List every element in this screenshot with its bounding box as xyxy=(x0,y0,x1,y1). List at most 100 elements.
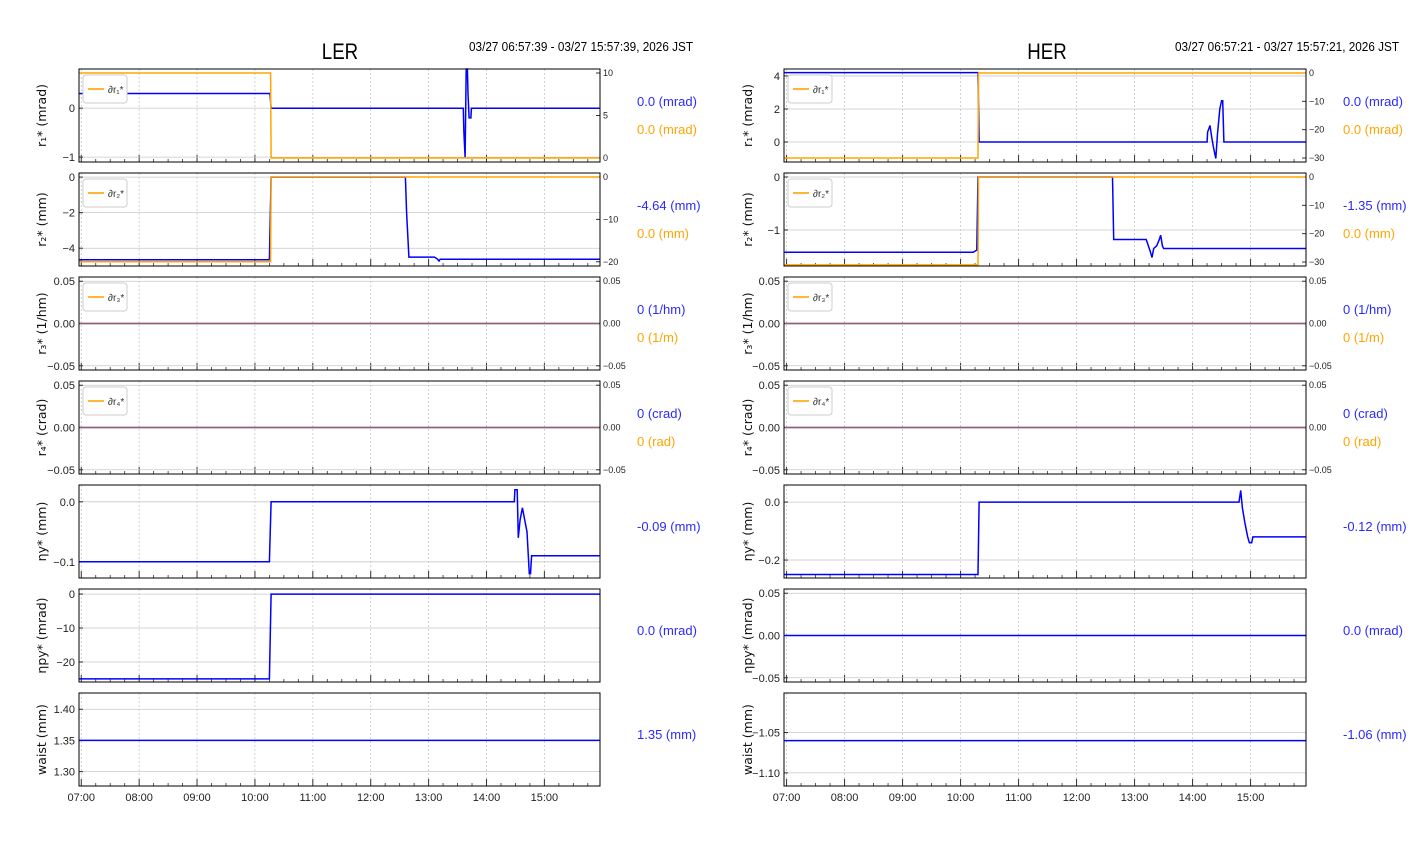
y-tick-label: 0 xyxy=(69,172,75,184)
chart-title: HER xyxy=(1027,41,1066,65)
y-tick-label: 0.00 xyxy=(54,423,75,435)
y2-tick-label: 0.00 xyxy=(1309,423,1327,433)
legend-label: ∂r₁* xyxy=(108,85,124,96)
x-tick-label: 11:00 xyxy=(299,792,326,804)
y-tick-label: −0.05 xyxy=(47,465,75,477)
y2-tick-label: −10 xyxy=(1309,96,1324,106)
y2-tick-label: 0 xyxy=(603,172,608,182)
y-tick-label: 0 xyxy=(69,589,75,601)
y-tick-label: 2 xyxy=(774,104,780,116)
chart-ler: LER 03/27 06:57:39 - 03/27 15:57:39, 2026… xyxy=(34,39,701,804)
y-tick-label: −0.05 xyxy=(47,361,75,373)
y-tick-label: −0.2 xyxy=(758,555,780,567)
current-value-label: -0.12 (mm) xyxy=(1343,519,1407,534)
legend-label: ∂r₄* xyxy=(813,397,829,408)
panel-4: 0.05 0.00 −0.05 0.05 0.00 −0.05 ∂r₄* r₄* (crad)… xyxy=(740,380,1388,477)
y-tick-label: −0.05 xyxy=(752,465,780,477)
beam-monitor-figure: LER 03/27 06:57:39 - 03/27 15:57:39, 2026… xyxy=(34,39,1407,804)
current-value-label: 1.35 (mm) xyxy=(637,727,696,742)
x-tick-label: 08:00 xyxy=(125,792,153,804)
legend-label: ∂r₃* xyxy=(813,293,829,304)
x-tick-label: 09:00 xyxy=(183,792,211,804)
legend: ∂r₄* xyxy=(787,386,833,416)
panel-5: 0.0 −0.2ηy* (mm) -0.12 (mm) xyxy=(740,484,1407,579)
panel-2: 0 −2 −4 0 −10 −20 ∂r₂* r₂* (mm) -4.64 (mm) 0.0 (m… xyxy=(34,172,701,267)
panel-3: 0.05 0.00 −0.05 0.05 0.00 −0.05 ∂r₃* r₃* (1/hm)… xyxy=(34,276,685,373)
y2-tick-label: −20 xyxy=(603,257,618,267)
y-tick-label: 0.00 xyxy=(759,631,780,643)
current-value-label: 0.0 (mm) xyxy=(637,226,689,241)
y-axis-label: ηy* (mm) xyxy=(34,502,49,562)
x-tick-label: 14:00 xyxy=(1179,792,1207,804)
y-axis-label: ηy* (mm) xyxy=(740,502,755,562)
current-value-label: 0 (crad) xyxy=(1343,406,1388,421)
current-value-label: 0.0 (mrad) xyxy=(637,623,697,638)
y-axis-label: r₁* (mrad) xyxy=(740,84,755,147)
current-value-label: -0.09 (mm) xyxy=(637,519,701,534)
y-tick-label: 0 xyxy=(774,172,780,184)
y2-tick-label: 0 xyxy=(1309,172,1314,182)
y-tick-label: −10 xyxy=(56,623,75,635)
x-tick-label: 07:00 xyxy=(773,792,801,804)
y-tick-label: 0.00 xyxy=(54,319,75,331)
y-axis-label: r₃* (1/hm) xyxy=(34,292,49,354)
y-tick-label: −4 xyxy=(62,243,75,255)
y-tick-label: 0.0 xyxy=(60,497,75,509)
current-value-label: 0 (rad) xyxy=(1343,434,1381,449)
y-tick-label: −2 xyxy=(62,208,75,220)
y2-tick-label: 5 xyxy=(603,111,608,121)
plot-area xyxy=(79,485,600,578)
y2-tick-label: −10 xyxy=(1309,200,1324,210)
x-tick-label: 08:00 xyxy=(831,792,859,804)
y-tick-label: 0.00 xyxy=(759,423,780,435)
x-tick-label: 13:00 xyxy=(415,792,443,804)
plot-area xyxy=(79,69,600,162)
y-tick-label: −1 xyxy=(62,152,75,164)
legend-label: ∂r₂* xyxy=(108,189,124,200)
y2-tick-label: −0.05 xyxy=(1309,361,1332,371)
y-tick-label: 1.40 xyxy=(54,704,75,716)
panel-5: 0.0 −0.1 ηy* (mm) -0.09 (mm) xyxy=(34,484,701,579)
current-value-label: 0.0 (mrad) xyxy=(637,122,697,137)
y-tick-label: −1.05 xyxy=(752,728,780,740)
legend: ∂r₂* xyxy=(82,178,128,208)
y-tick-label: −1.10 xyxy=(752,768,780,780)
y-axis-label: r₄* (crad) xyxy=(34,399,49,457)
y2-tick-label: 0 xyxy=(1309,68,1314,78)
panel-2: 0−10−10−20−30∂r₂*r₂* (mm) -1.35 (mm)0.0 (… xyxy=(740,172,1407,267)
panel-7: −1.05 −1.10waist (mm) -1.06 (mm) 07:00 08:00… xyxy=(740,692,1407,804)
plot-area xyxy=(784,69,1306,162)
y-tick-label: 0 xyxy=(774,137,780,149)
y-axis-label: ηpy* (mrad) xyxy=(740,597,755,673)
x-tick-label: 09:00 xyxy=(889,792,917,804)
y-tick-label: 0.00 xyxy=(759,319,780,331)
y-axis-label: ηpy* (mrad) xyxy=(34,597,49,673)
current-value-label: 0 (crad) xyxy=(637,406,682,421)
y-tick-label: 0.05 xyxy=(759,380,780,392)
y-tick-label: −0.05 xyxy=(752,361,780,373)
y2-tick-label: 0.05 xyxy=(603,380,621,390)
legend: ∂r₁* xyxy=(82,74,128,104)
y2-tick-label: −0.05 xyxy=(603,361,626,371)
panel-7: 1.40 1.35 1.30 waist (mm) 1.35 (mm) 07:00 08:0… xyxy=(34,692,696,804)
y2-tick-label: 0 xyxy=(603,153,608,163)
x-tick-label: 12:00 xyxy=(1063,792,1091,804)
legend: ∂r₄* xyxy=(82,386,128,416)
current-value-label: 0 (rad) xyxy=(637,434,675,449)
legend-label: ∂r₄* xyxy=(108,397,124,408)
y-tick-label: 0.05 xyxy=(759,276,780,288)
current-value-label: 0 (1/hm) xyxy=(1343,302,1391,317)
panel-4: 0.05 0.00 −0.05 0.05 0.00 −0.05 ∂r₄* r₄* (crad)… xyxy=(34,380,682,477)
x-tick-label: 07:00 xyxy=(68,792,96,804)
y-tick-label: 0.05 xyxy=(54,380,75,392)
legend: ∂r₃* xyxy=(82,282,128,312)
y-tick-label: 4 xyxy=(774,71,780,83)
y-tick-label: 0 xyxy=(69,103,75,115)
current-value-label: 0 (1/m) xyxy=(637,330,678,345)
y-tick-label: 1.30 xyxy=(54,767,75,779)
plot-area xyxy=(79,693,600,786)
current-value-label: 0.0 (mrad) xyxy=(1343,94,1403,109)
y2-tick-label: 0.05 xyxy=(1309,276,1327,286)
y-tick-label: −0.05 xyxy=(752,673,780,685)
x-tick-label: 14:00 xyxy=(473,792,501,804)
